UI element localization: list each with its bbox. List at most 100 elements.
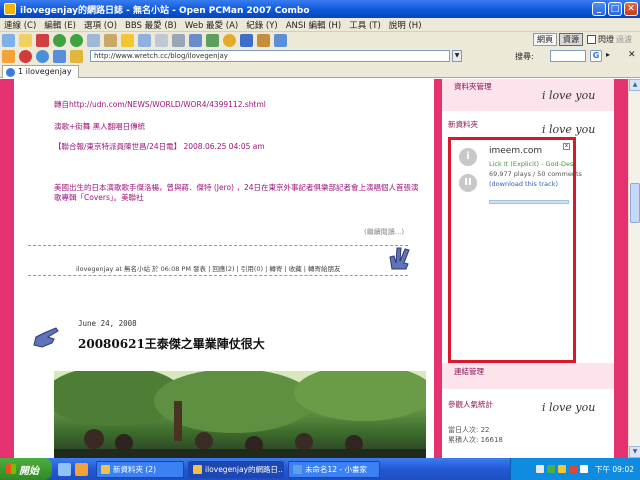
link-manage-link[interactable]: 連結管理 xyxy=(454,366,484,377)
settings-icon[interactable] xyxy=(172,33,185,47)
view-mode-group: 網頁 資源 閃燈 過濾 xyxy=(533,33,632,46)
quicklaunch-browser-icon[interactable] xyxy=(75,462,88,476)
blink-label: 閃燈 xyxy=(598,35,614,44)
screen-icon[interactable] xyxy=(240,33,253,47)
menu-connect[interactable]: 連線 (C) xyxy=(4,19,36,31)
taskbar-browser-button[interactable]: ilovegenjay的網路日... xyxy=(188,460,284,478)
copy-icon[interactable] xyxy=(87,33,100,47)
widget-track[interactable]: Lick It (Explicit) - God-Des xyxy=(489,160,573,168)
ime-icon[interactable] xyxy=(558,465,566,473)
search-go-icon[interactable]: ▸ xyxy=(606,50,610,59)
security-icon[interactable] xyxy=(547,465,555,473)
window-icon[interactable] xyxy=(138,33,151,47)
peace-hand-icon xyxy=(389,247,410,270)
post-title[interactable]: 20080621王泰傑之畢業陣仗很大 xyxy=(78,335,265,352)
tab-bar: 1 ilovegenjay xyxy=(0,64,640,78)
folder-icon xyxy=(101,464,110,474)
back-icon[interactable] xyxy=(53,33,66,47)
quicklaunch-desktop-icon[interactable] xyxy=(58,462,71,476)
pause-icon[interactable]: II xyxy=(459,174,477,192)
disconnect-icon[interactable] xyxy=(36,33,49,47)
post-separator xyxy=(28,245,408,246)
start-button[interactable]: 開始 xyxy=(0,458,52,480)
new-page-icon[interactable] xyxy=(19,33,32,47)
ansi-icon[interactable] xyxy=(206,33,219,47)
maximize-button[interactable]: □ xyxy=(608,2,622,16)
menu-tools[interactable]: 工具 (T) xyxy=(349,19,381,31)
mode-webpage-button[interactable]: 網頁 xyxy=(533,33,557,46)
web-page: 轉自http://udn.com/NEWS/WORLD/WOR4/4399112… xyxy=(0,79,628,458)
refresh-icon[interactable] xyxy=(36,49,49,63)
folder-manage-link[interactable]: 資料夾管理 xyxy=(454,81,492,92)
google-search-icon[interactable]: G xyxy=(590,50,602,62)
widget-download-link[interactable]: (download this track) xyxy=(489,180,558,188)
app-icon xyxy=(4,3,16,15)
new-folder-header: 新資料夾 xyxy=(448,120,478,129)
paint-icon xyxy=(293,464,302,474)
ie-icon[interactable] xyxy=(53,49,66,63)
vertical-scrollbar[interactable]: ▲ ▼ xyxy=(628,79,640,458)
widget-close-icon[interactable]: x xyxy=(563,143,570,150)
source-link[interactable]: 轉自http://udn.com/NEWS/WORLD/WOR4/4399112… xyxy=(54,99,266,110)
home-icon[interactable] xyxy=(2,49,15,63)
menu-web-favorites[interactable]: Web 最愛 (A) xyxy=(185,19,238,31)
imeem-player-widget[interactable]: x i II imeem.com Lick It (Explicit) - Go… xyxy=(448,137,582,363)
scroll-up-icon[interactable]: ▲ xyxy=(629,79,640,91)
scroll-down-icon[interactable]: ▼ xyxy=(629,446,640,458)
taskbar-label: 未命名12 - 小畫家 xyxy=(305,464,368,474)
widget-progress-bar[interactable] xyxy=(489,200,569,204)
pointing-hand-icon xyxy=(33,327,59,348)
stop-icon[interactable] xyxy=(19,49,32,63)
taskbar-paint-button[interactable]: 未命名12 - 小畫家 xyxy=(288,460,380,478)
network-icon[interactable] xyxy=(536,465,544,473)
blog-content: 轉自http://udn.com/NEWS/WORLD/WOR4/4399112… xyxy=(14,79,434,458)
read-more-link[interactable]: (繼續閱讀...) xyxy=(364,227,404,237)
document-icon[interactable] xyxy=(155,33,168,47)
search-input[interactable] xyxy=(550,50,586,62)
menu-options[interactable]: 選項 (O) xyxy=(84,19,117,31)
post-meta[interactable]: ilovegenjay at 無名小站 於 06:08 PM 發表 | 回應(2… xyxy=(76,263,341,273)
post-date: June 24, 2008 xyxy=(78,319,137,328)
favorites-icon[interactable] xyxy=(121,33,134,47)
help-icon[interactable] xyxy=(274,33,287,47)
blink-checkbox[interactable] xyxy=(587,35,596,44)
tab-label: 1 ilovegenjay xyxy=(18,67,72,76)
forward-icon[interactable] xyxy=(70,33,83,47)
scroll-thumb[interactable] xyxy=(630,183,640,223)
ilove-decoration: i love you xyxy=(542,123,596,136)
antivirus-icon[interactable] xyxy=(569,465,577,473)
info-icon[interactable]: i xyxy=(459,148,477,166)
menu-edit[interactable]: 編輯 (E) xyxy=(44,19,76,31)
start-label: 開始 xyxy=(19,465,39,477)
taskbar-folder-button[interactable]: 新資料夾 (2) xyxy=(96,460,184,478)
bookmark-icon[interactable] xyxy=(70,49,83,63)
address-dropdown-icon[interactable]: ▼ xyxy=(452,50,462,62)
window-controls: _ □ ✕ xyxy=(592,2,638,16)
connect-icon[interactable] xyxy=(2,33,15,47)
options-icon[interactable] xyxy=(189,33,202,47)
menu-help[interactable]: 說明 (H) xyxy=(389,19,422,31)
widget-stats: 69,977 plays / 50 comments xyxy=(489,170,582,178)
volume-icon[interactable] xyxy=(580,465,588,473)
close-button[interactable]: ✕ xyxy=(624,2,638,16)
widget-site[interactable]: imeem.com xyxy=(489,146,542,156)
address-input[interactable]: http://www.wretch.cc/blog/ilovegenjay xyxy=(90,50,450,62)
filter-label[interactable]: 過濾 xyxy=(616,34,632,45)
emoticon-icon[interactable] xyxy=(223,33,236,47)
menu-history[interactable]: 紀錄 (Y) xyxy=(246,19,278,31)
close-toolbar-icon[interactable]: ✕ xyxy=(628,50,636,60)
menu-bbs-favorites[interactable]: BBS 最愛 (B) xyxy=(125,19,177,31)
pcman-icon xyxy=(193,464,202,474)
ilove-decoration: i love you xyxy=(542,89,596,102)
post-separator xyxy=(28,275,408,276)
tab-ilovegenjay[interactable]: 1 ilovegenjay xyxy=(2,65,79,78)
edit-icon[interactable] xyxy=(257,33,270,47)
left-border xyxy=(0,79,14,458)
mode-resource-button[interactable]: 資源 xyxy=(559,33,583,46)
taskbar: 開始 新資料夾 (2) ilovegenjay的網路日... 未命名12 - 小… xyxy=(0,458,640,480)
system-tray: 下午 09:02 xyxy=(510,458,640,480)
article-body: 美國出生的日本演歌歌手傑洛楊，曾與蔣．傑特 (Jero) ，24日在東京外事記者… xyxy=(54,183,419,202)
menu-ansi-edit[interactable]: ANSI 編輯 (H) xyxy=(286,19,342,31)
minimize-button[interactable]: _ xyxy=(592,2,606,16)
paste-icon[interactable] xyxy=(104,33,117,47)
